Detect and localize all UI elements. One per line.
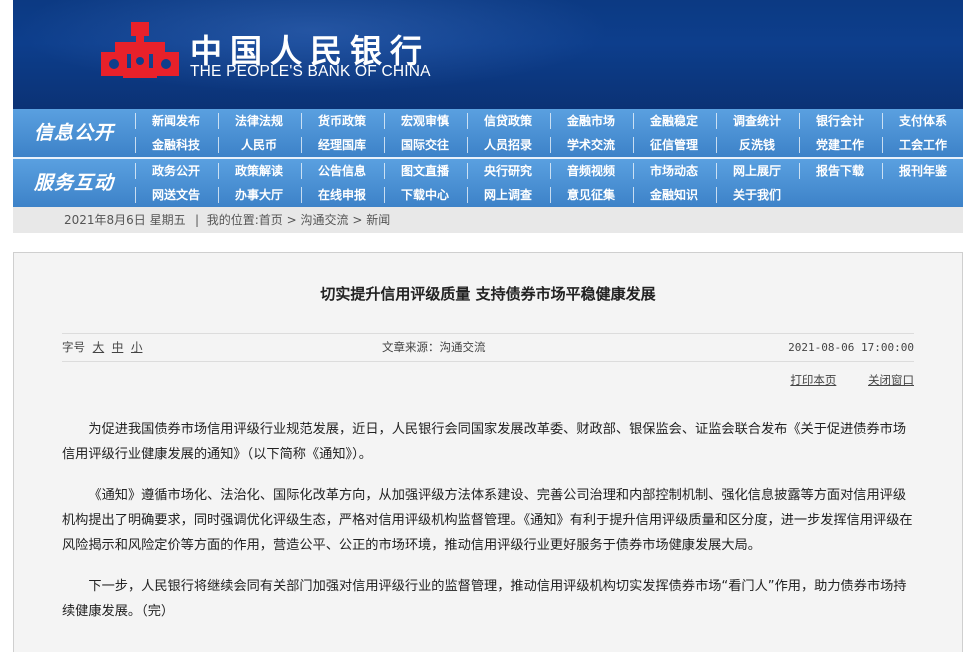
nav-item-info-0-1[interactable]: 法律法规: [218, 109, 300, 133]
nav-item-service-0-3[interactable]: 图文直播: [384, 159, 466, 183]
nav-item-service-1-3[interactable]: 下载中心: [384, 183, 466, 207]
nav-item-info-1-1[interactable]: 人民币: [218, 133, 300, 157]
nav-item-info-1-8[interactable]: 党建工作: [799, 133, 881, 157]
breadcrumb-prefix: 我的位置:: [206, 213, 259, 227]
current-date: 2021年8月6日 星期五: [64, 213, 186, 227]
font-size-small-link[interactable]: 小: [131, 340, 143, 354]
nav-group-info: 信息公开 新闻发布 法律法规 货币政策 宏观审慎 信贷政策 金融市场 金融稳定 调查统计 银行会…: [13, 109, 963, 157]
nav-item-service-1-1[interactable]: 办事大厅: [218, 183, 300, 207]
nav-item-service-0-9[interactable]: 报刊年鉴: [882, 159, 964, 183]
print-page-link[interactable]: 打印本页: [790, 373, 836, 387]
article-panel: 切实提升信用评级质量 支持债券市场平稳健康发展 字号 大 中 小 文章来源：沟通…: [13, 252, 963, 652]
nav-item-service-1-2[interactable]: 在线申报: [301, 183, 383, 207]
breadcrumb-separator: |: [195, 213, 200, 227]
nav-item-service-1-7[interactable]: 关于我们: [716, 183, 798, 207]
article-body: 为促进我国债券市场信用评级行业规范发展，近日，人民银行会同国家发展改革委、财政部…: [62, 417, 916, 640]
breadcrumb-home[interactable]: 首页: [259, 213, 283, 227]
nav-group-service-label[interactable]: 服务互动: [13, 159, 135, 207]
close-window-link[interactable]: 关闭窗口: [868, 373, 914, 387]
article-paragraph: 《通知》遵循市场化、法治化、国际化改革方向，从加强评级方法体系建设、完善公司治理…: [62, 488, 913, 553]
nav-item-service-0-6[interactable]: 市场动态: [633, 159, 715, 183]
breadcrumb-arrow: >: [352, 213, 363, 227]
nav-item-info-0-9[interactable]: 支付体系: [882, 109, 964, 133]
font-size-label: 字号: [62, 340, 85, 354]
nav-item-info-1-6[interactable]: 征信管理: [633, 133, 715, 157]
nav-item-info-0-3[interactable]: 宏观审慎: [384, 109, 466, 133]
nav-item-info-0-6[interactable]: 金融稳定: [633, 109, 715, 133]
breadcrumb-bar: 2021年8月6日 星期五 | 我的位置:首页 > 沟通交流 > 新闻: [13, 207, 963, 233]
article-title: 切实提升信用评级质量 支持债券市场平稳健康发展: [320, 285, 656, 303]
nav-item-info-0-0[interactable]: 新闻发布: [135, 109, 217, 133]
nav-item-service-1-0[interactable]: 网送文告: [135, 183, 217, 207]
nav-item-info-0-7[interactable]: 调查统计: [716, 109, 798, 133]
nav-item-info-1-9[interactable]: 工会工作: [882, 133, 964, 157]
article-source: 文章来源：沟通交流: [382, 340, 486, 354]
nav-item-info-0-5[interactable]: 金融市场: [550, 109, 632, 133]
main-nav: 信息公开 新闻发布 法律法规 货币政策 宏观审慎 信贷政策 金融市场 金融稳定 调查统计 银行会…: [13, 109, 963, 207]
breadcrumb-news[interactable]: 新闻: [366, 213, 390, 227]
nav-item-service-0-5[interactable]: 音频视频: [550, 159, 632, 183]
nav-item-info-0-4[interactable]: 信贷政策: [467, 109, 549, 133]
article-tools: 打印本页 关闭窗口: [762, 372, 914, 388]
nav-item-service-0-7[interactable]: 网上展厅: [716, 159, 798, 183]
header-banner: 中国人民银行 THE PEOPLE'S BANK OF CHINA: [13, 0, 963, 109]
nav-item-info-0-8[interactable]: 银行会计: [799, 109, 881, 133]
nav-item-info-1-5[interactable]: 学术交流: [550, 133, 632, 157]
nav-item-info-1-4[interactable]: 人员招录: [467, 133, 549, 157]
font-size-controls: 字号 大 中 小: [62, 334, 142, 361]
article-paragraph: 下一步，人民银行将继续会同有关部门加强对信用评级行业的监督管理，推动信用评级机构…: [62, 579, 907, 619]
nav-item-service-1-5[interactable]: 意见征集: [550, 183, 632, 207]
article-meta: 字号 大 中 小 文章来源：沟通交流 2021-08-06 17:00:00: [62, 333, 914, 362]
nav-item-service-1-4[interactable]: 网上调查: [467, 183, 549, 207]
nav-item-service-0-1[interactable]: 政策解读: [218, 159, 300, 183]
nav-item-info-1-3[interactable]: 国际交往: [384, 133, 466, 157]
page-wrapper: 中国人民银行 THE PEOPLE'S BANK OF CHINA 信息公开 新…: [13, 0, 963, 652]
article-paragraph: 为促进我国债券市场信用评级行业规范发展，近日，人民银行会同国家发展改革委、财政部…: [62, 422, 907, 462]
pboc-logo-icon[interactable]: [101, 22, 179, 86]
breadcrumb-arrow: >: [286, 213, 297, 227]
nav-group-service: 服务互动 政务公开 政策解读 公告信息 图文直播 央行研究 音频视频 市场动态 网上展厅 报告下…: [13, 159, 963, 207]
nav-item-service-1-6[interactable]: 金融知识: [633, 183, 715, 207]
breadcrumb-communication[interactable]: 沟通交流: [300, 213, 348, 227]
article-time: 2021-08-06 17:00:00: [788, 341, 914, 354]
nav-info-cells: 新闻发布 法律法规 货币政策 宏观审慎 信贷政策 金融市场 金融稳定 调查统计 银行会计 支付体系…: [135, 109, 963, 157]
nav-item-info-1-7[interactable]: 反洗钱: [716, 133, 798, 157]
nav-item-service-0-2[interactable]: 公告信息: [301, 159, 383, 183]
nav-item-service-0-0[interactable]: 政务公开: [135, 159, 217, 183]
bank-name-en[interactable]: THE PEOPLE'S BANK OF CHINA: [190, 63, 431, 81]
nav-group-info-label[interactable]: 信息公开: [13, 109, 135, 157]
font-size-medium-link[interactable]: 中: [112, 340, 124, 354]
font-size-large-link[interactable]: 大: [93, 340, 105, 354]
breadcrumb: | 我的位置:首页 > 沟通交流 > 新闻: [195, 207, 390, 233]
nav-item-info-1-2[interactable]: 经理国库: [301, 133, 383, 157]
nav-item-info-0-2[interactable]: 货币政策: [301, 109, 383, 133]
nav-item-service-0-8[interactable]: 报告下载: [799, 159, 881, 183]
nav-item-info-1-0[interactable]: 金融科技: [135, 133, 217, 157]
nav-service-cells: 政务公开 政策解读 公告信息 图文直播 央行研究 音频视频 市场动态 网上展厅 报告下载 报刊年鉴…: [135, 159, 963, 207]
nav-item-service-0-4[interactable]: 央行研究: [467, 159, 549, 183]
